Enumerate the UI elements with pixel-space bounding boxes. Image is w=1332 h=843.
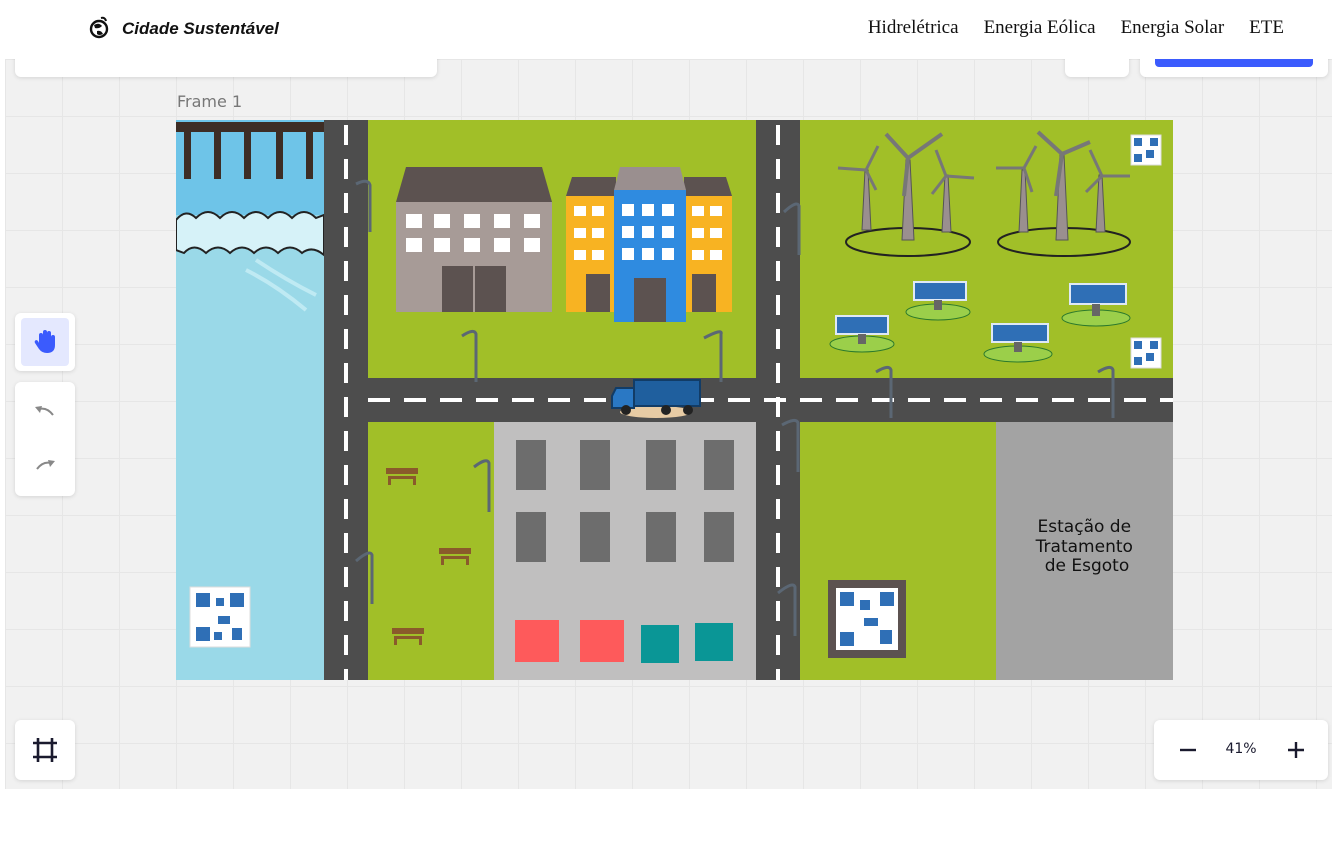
office-block — [494, 422, 756, 680]
history-panel — [15, 382, 75, 496]
ete-label: Estação de Tratamento de Esgoto — [1035, 517, 1139, 576]
qr-code-hydro — [189, 586, 251, 648]
plus-icon — [1288, 742, 1304, 758]
grey-building — [396, 167, 552, 312]
brand-title: Cidade Sustentável — [122, 19, 279, 38]
qr-code-ete — [828, 580, 906, 658]
nav-energia-eolica[interactable]: Energia Eólica — [984, 17, 1096, 39]
top-left-toolbar — [15, 59, 437, 77]
frame-tool-button[interactable] — [15, 720, 75, 780]
undo-button[interactable] — [21, 388, 69, 436]
globe-leaf-icon — [89, 16, 109, 39]
top-right-panel — [1140, 59, 1328, 77]
frame-label: Frame 1 — [177, 92, 243, 111]
nav-hidreletrica[interactable]: Hidrelétrica — [868, 17, 959, 39]
frame-icon — [33, 738, 57, 762]
share-button[interactable] — [1155, 59, 1313, 67]
hand-tool-button[interactable] — [21, 318, 69, 366]
canvas-board[interactable]: Frame 1 Estação de Tratamento de Esgoto … — [5, 59, 1332, 789]
brand[interactable]: Cidade Sustentável — [88, 16, 279, 42]
redo-icon — [36, 460, 55, 470]
zoom-out-button[interactable] — [1168, 730, 1208, 770]
top-navbar: Cidade Sustentável Hidrelétrica Energia … — [0, 0, 1332, 59]
main-nav: Hidrelétrica Energia Eólica Energia Sola… — [868, 17, 1284, 39]
zoom-in-button[interactable] — [1276, 730, 1316, 770]
hand-tool-panel — [15, 313, 75, 371]
zoom-panel: 41% — [1154, 720, 1328, 780]
minus-icon — [1180, 748, 1196, 752]
qr-code-wind — [1130, 134, 1162, 166]
qr-code-solar — [1130, 337, 1162, 369]
frame-tool-panel — [15, 720, 75, 780]
colorful-building — [566, 167, 732, 322]
nav-ete[interactable]: ETE — [1249, 17, 1284, 39]
undo-icon — [35, 406, 54, 416]
nav-energia-solar[interactable]: Energia Solar — [1121, 17, 1225, 39]
hand-icon — [34, 330, 55, 353]
top-right-small-panel — [1065, 59, 1129, 77]
zoom-level[interactable]: 41% — [1216, 741, 1266, 757]
city-map: Estação de Tratamento de Esgoto — [176, 120, 1173, 680]
redo-button[interactable] — [21, 442, 69, 490]
